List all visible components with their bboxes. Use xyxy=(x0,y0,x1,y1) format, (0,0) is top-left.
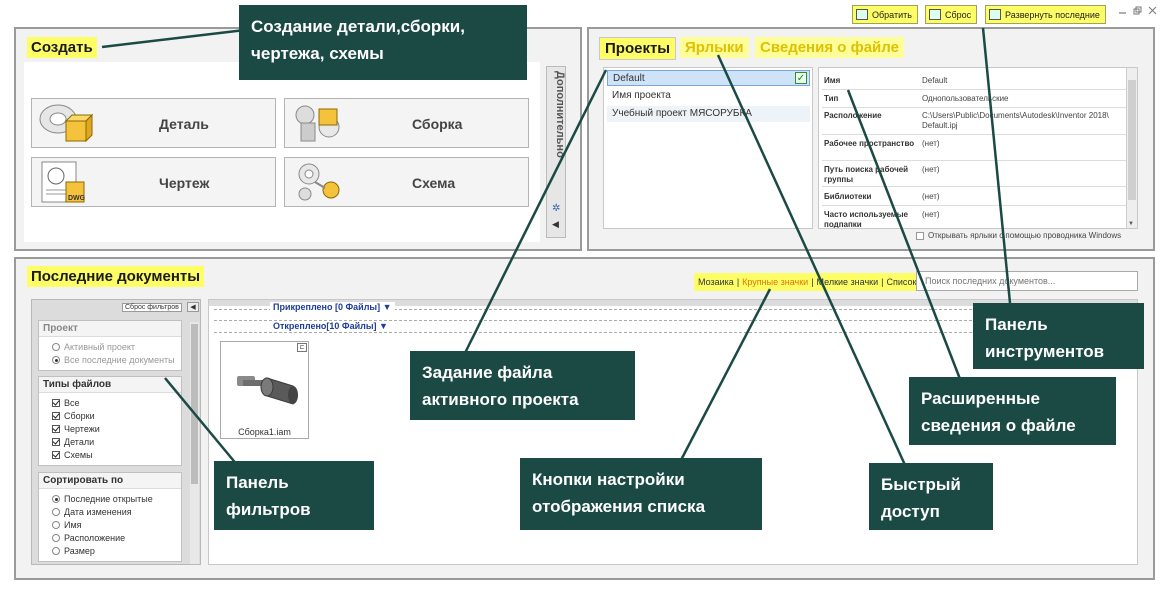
callout-display-buttons: Кнопки настройки отображения списка xyxy=(520,458,762,530)
callout-project-file: Задание файла активного проекта xyxy=(410,351,635,420)
callout-create: Создание детали,сборки, чертежа, схемы xyxy=(239,5,527,80)
callout-toolbar: Панель инструментов xyxy=(973,303,1144,369)
callout-filter-panel: Панель фильтров xyxy=(214,461,374,530)
callout-quick-access: Быстрый доступ xyxy=(869,463,993,530)
callout-extended-info: Расширенные сведения о файле xyxy=(909,377,1116,445)
